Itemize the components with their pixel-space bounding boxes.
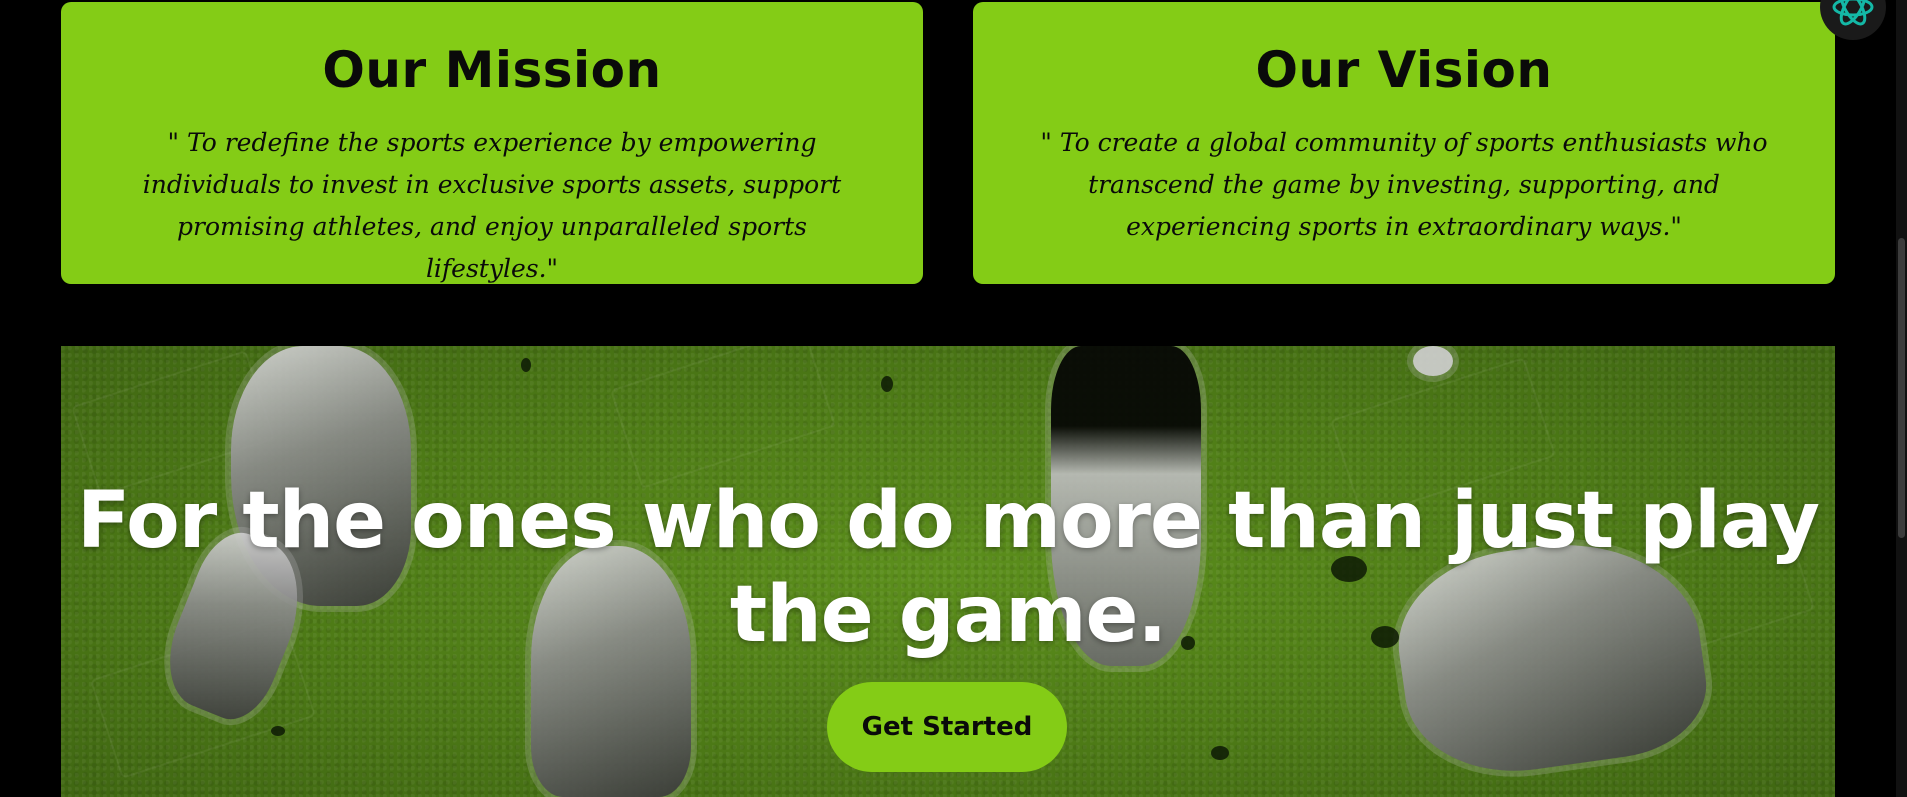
page: Our Mission " To redefine the sports exp… [0, 0, 1907, 797]
hero-headline: For the ones who do more than just play … [76, 476, 1820, 660]
paint-splatter [271, 726, 285, 736]
ball-image [1407, 346, 1459, 382]
hero-banner: For the ones who do more than just play … [61, 346, 1835, 797]
paint-splatter [881, 376, 893, 392]
vision-text: " To create a global community of sports… [1040, 128, 1768, 241]
vision-card: Our Vision " To create a global communit… [973, 2, 1835, 284]
mission-card: Our Mission " To redefine the sports exp… [61, 2, 923, 284]
scrollbar[interactable] [1896, 0, 1907, 797]
get-started-button[interactable]: Get Started [827, 682, 1067, 772]
paint-splatter [521, 358, 531, 372]
mission-title: Our Mission [322, 41, 662, 99]
atom-icon [1832, 0, 1874, 26]
paint-splatter [1211, 746, 1229, 760]
vision-title: Our Vision [1255, 41, 1553, 99]
scrollbar-thumb[interactable] [1898, 238, 1905, 538]
mission-text: " To redefine the sports experience by e… [142, 128, 842, 283]
